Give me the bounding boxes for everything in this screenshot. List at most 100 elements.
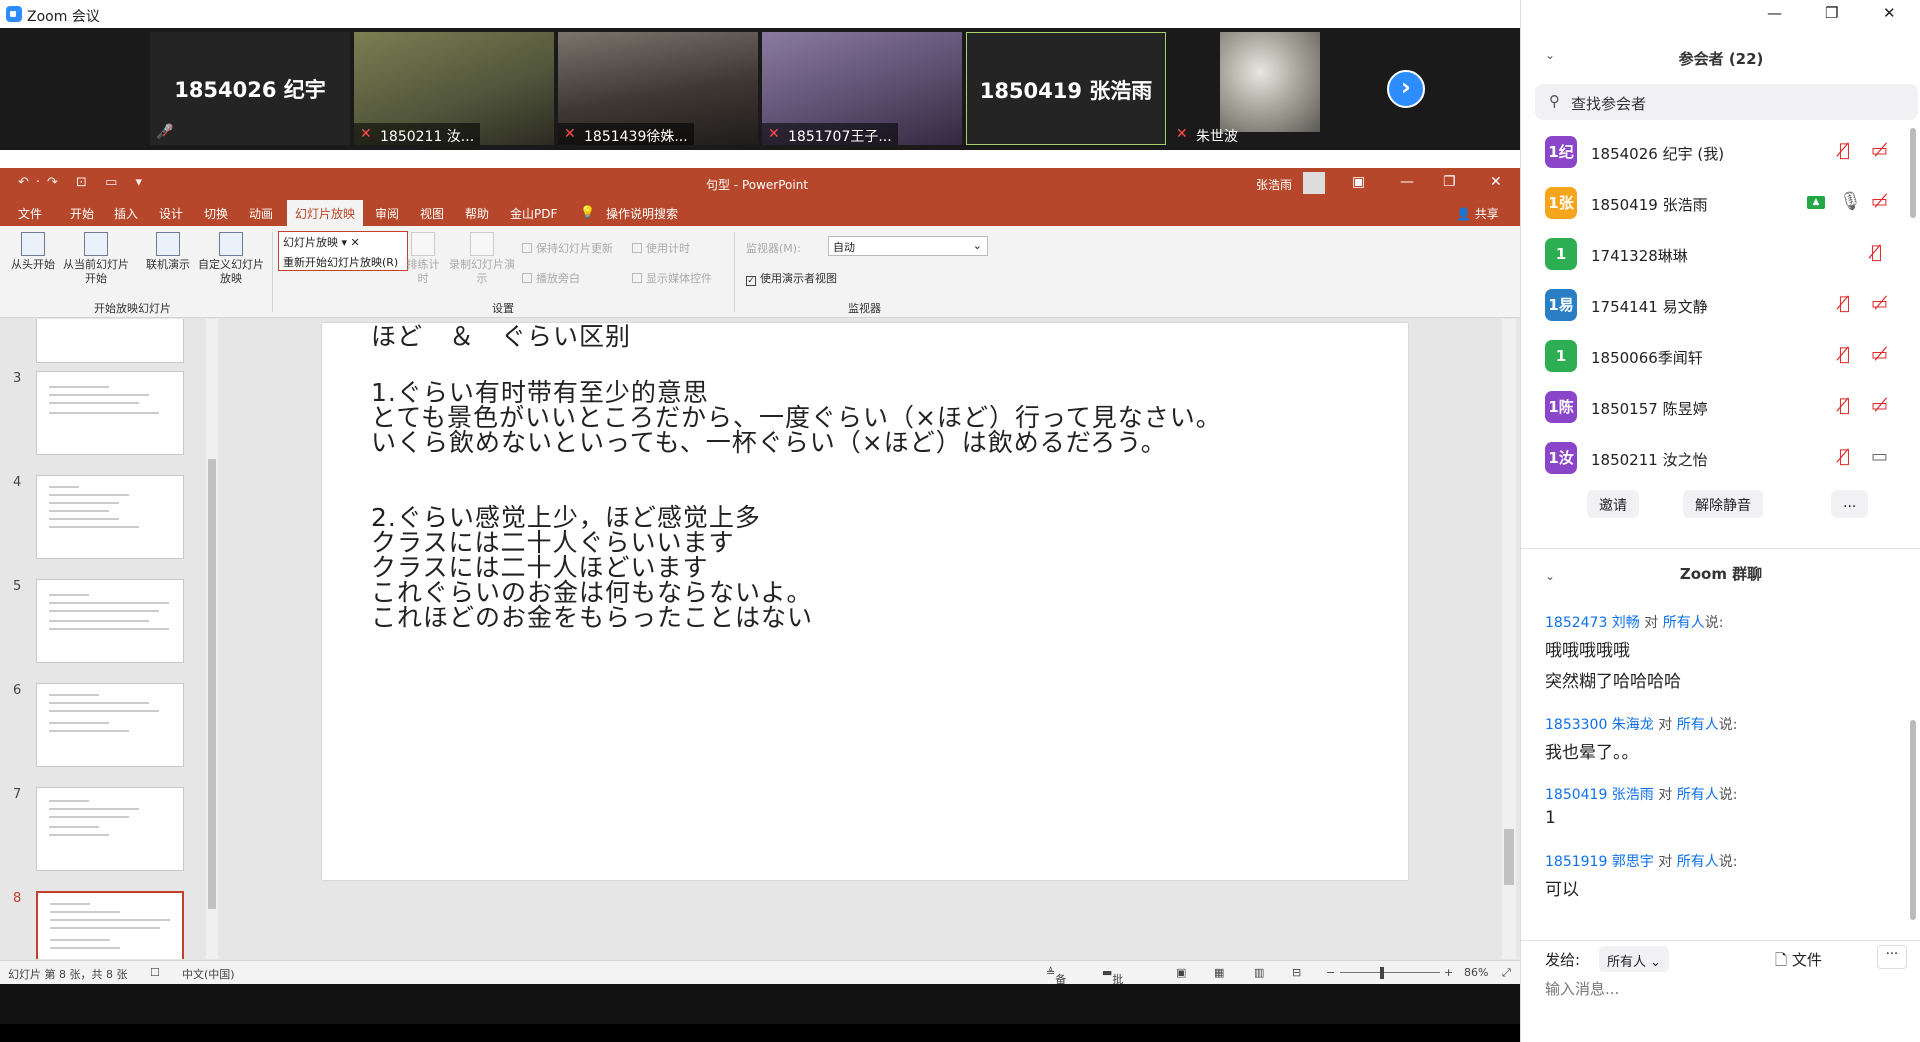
play-narrations-checkbox[interactable]: 播放旁白 bbox=[522, 270, 580, 286]
comments-button[interactable]: ▬ 批注 bbox=[1102, 966, 1123, 1002]
mic-muted-icon[interactable]: 🎙̸ bbox=[1839, 395, 1850, 416]
present-online-button[interactable]: 联机演示 bbox=[142, 232, 194, 272]
mic-muted-icon[interactable]: 🎙̸ bbox=[1839, 293, 1850, 314]
more-options-button[interactable]: ··· bbox=[1877, 945, 1907, 969]
menu-item-restart-slideshow[interactable]: 重新开始幻灯片放映(R) bbox=[279, 252, 407, 272]
minimize-icon[interactable]: — bbox=[1400, 174, 1414, 190]
participant-row[interactable]: 1陈 1850157 陈昱婷 🎙̸ ▭̸ bbox=[1521, 381, 1901, 431]
minimize-icon[interactable]: — bbox=[1767, 4, 1782, 22]
video-off-icon[interactable]: ▭̸ bbox=[1871, 191, 1888, 212]
slide-thumbnail[interactable] bbox=[36, 319, 184, 363]
video-off-icon[interactable]: ▭̸ bbox=[1871, 140, 1888, 161]
share-button[interactable]: 👤 共享 bbox=[1456, 205, 1499, 222]
rehearse-timings-button[interactable]: 排练计时 bbox=[405, 232, 441, 286]
sender-name[interactable]: 1853300 朱海龙 bbox=[1545, 717, 1654, 733]
participants-scrollbar[interactable] bbox=[1910, 128, 1916, 218]
video-tile[interactable]: ✕ 1851439徐姝... bbox=[558, 32, 758, 145]
close-icon[interactable]: ✕ bbox=[1490, 174, 1502, 190]
slide-thumbnail[interactable] bbox=[36, 787, 184, 871]
video-icon[interactable]: ▭ bbox=[1871, 446, 1888, 467]
user-avatar[interactable] bbox=[1303, 172, 1325, 194]
tab-kingsoft-pdf[interactable]: 金山PDF bbox=[510, 205, 557, 222]
video-tile[interactable]: ✕ 朱世波 bbox=[1170, 32, 1370, 145]
chat-scrollbar[interactable] bbox=[1910, 720, 1916, 920]
mic-muted-icon[interactable]: 🎙̸ bbox=[1839, 446, 1850, 467]
restore-icon[interactable]: ❐ bbox=[1443, 174, 1456, 190]
video-tile[interactable]: ✕ 1851707王子... bbox=[762, 32, 962, 145]
monitor-select[interactable]: 自动 ⌄ bbox=[828, 236, 988, 256]
presenter-view-checkbox[interactable]: ✓ 使用演示者视图 bbox=[746, 270, 837, 286]
slide-canvas[interactable]: ほど ＆ ぐらい区别 1.ぐらい有时带有至少的意思 とても景色がいいところだから… bbox=[322, 322, 1408, 880]
tab-file[interactable]: 文件 bbox=[18, 205, 42, 222]
zoom-level[interactable]: 86% bbox=[1464, 966, 1488, 979]
tab-insert[interactable]: 插入 bbox=[114, 205, 138, 222]
sender-name[interactable]: 1852473 刘畅 bbox=[1545, 615, 1640, 631]
record-slideshow-button[interactable]: 录制幻灯片演示 bbox=[448, 232, 516, 286]
zoom-out-icon[interactable]: − bbox=[1326, 966, 1335, 979]
sender-name[interactable]: 1850419 张浩雨 bbox=[1545, 787, 1654, 803]
participant-row[interactable]: 1 1741328琳琳 🎙̸ bbox=[1521, 228, 1901, 278]
normal-view-icon[interactable]: ▣ bbox=[1176, 966, 1186, 979]
scroll-thumb[interactable] bbox=[1504, 829, 1514, 885]
video-tile-active-speaker[interactable]: 1850419 张浩雨 bbox=[966, 32, 1166, 145]
mic-icon[interactable]: 🎙 bbox=[1839, 191, 1862, 212]
slide-scrollbar[interactable] bbox=[1502, 319, 1516, 959]
mic-muted-icon[interactable]: 🎙̸ bbox=[1871, 242, 1882, 263]
tab-design[interactable]: 设计 bbox=[159, 205, 183, 222]
recipient-name[interactable]: 所有人 bbox=[1677, 854, 1719, 870]
language-indicator[interactable]: 中文(中国) bbox=[182, 966, 235, 982]
user-name[interactable]: 张浩雨 bbox=[1256, 176, 1292, 193]
recipient-name[interactable]: 所有人 bbox=[1677, 717, 1719, 733]
zoom-slider-handle[interactable] bbox=[1380, 967, 1384, 979]
ribbon-display-icon[interactable]: ▣ bbox=[1352, 174, 1365, 190]
slide-thumbnail[interactable] bbox=[36, 579, 184, 663]
close-icon[interactable]: ✕ bbox=[1883, 4, 1896, 22]
zoom-slider[interactable] bbox=[1340, 972, 1440, 973]
unmute-all-button[interactable]: 解除静音 bbox=[1683, 490, 1763, 518]
tab-home[interactable]: 开始 bbox=[70, 205, 94, 222]
more-options-button[interactable]: ... bbox=[1831, 490, 1869, 518]
slideshow-menu-popup[interactable]: 幻灯片放映 ▾ ✕ 重新开始幻灯片放映(R) bbox=[278, 231, 408, 271]
video-off-icon[interactable]: ▭̸ bbox=[1871, 293, 1888, 314]
slide-thumbnail[interactable] bbox=[36, 683, 184, 767]
thumbnail-scrollbar[interactable] bbox=[206, 319, 218, 959]
tab-slideshow[interactable]: 幻灯片放映 bbox=[287, 200, 364, 228]
slide-thumbnail[interactable] bbox=[36, 475, 184, 559]
video-off-icon[interactable]: ▭̸ bbox=[1871, 344, 1888, 365]
keep-updated-checkbox[interactable]: 保持幻灯片更新 bbox=[522, 240, 613, 256]
slideshow-view-icon[interactable]: ⊟ bbox=[1292, 966, 1301, 979]
next-page-button[interactable]: › bbox=[1387, 70, 1425, 108]
mic-muted-icon[interactable]: 🎙̸ bbox=[1839, 344, 1850, 365]
slide-thumbnail-current[interactable] bbox=[36, 891, 184, 959]
slide-thumbnail[interactable] bbox=[36, 371, 184, 455]
scroll-thumb[interactable] bbox=[208, 459, 216, 909]
from-current-button[interactable]: 从当前幻灯片开始 bbox=[60, 232, 132, 286]
use-timings-checkbox[interactable]: 使用计时 bbox=[632, 240, 690, 256]
reading-view-icon[interactable]: ▥ bbox=[1254, 966, 1264, 979]
video-tile[interactable]: ✕ 1850211 汝... bbox=[354, 32, 554, 145]
participant-search-input[interactable]: ⚲ 查找参会者 bbox=[1535, 84, 1918, 120]
quick-access-toolbar[interactable]: ↶·↷ ⊡ ▭ ▾ bbox=[18, 175, 149, 190]
fit-slide-icon[interactable]: ⤢ bbox=[1502, 966, 1511, 980]
file-button[interactable]: 🗋 文件 bbox=[1775, 949, 1822, 975]
notes-button[interactable]: ≜ 备注 bbox=[1046, 966, 1066, 1002]
participant-row[interactable]: 1 1850066季闻轩 🎙̸ ▭̸ bbox=[1521, 330, 1901, 380]
restore-icon[interactable]: ❐ bbox=[1825, 4, 1838, 22]
from-beginning-button[interactable]: 从头开始 bbox=[8, 232, 58, 272]
video-tile[interactable]: 1854026 纪宇 🎤̸ bbox=[150, 32, 350, 145]
show-media-controls-checkbox[interactable]: 显示媒体控件 bbox=[632, 270, 712, 286]
invite-button[interactable]: 邀请 bbox=[1587, 490, 1639, 518]
message-input[interactable]: 输入消息... bbox=[1545, 978, 1619, 999]
tab-transitions[interactable]: 切换 bbox=[204, 205, 228, 222]
custom-slideshow-button[interactable]: 自定义幻灯片放映 bbox=[196, 232, 266, 286]
recipient-select[interactable]: 所有人 ⌄ bbox=[1599, 946, 1669, 972]
spellcheck-icon[interactable]: ☐ bbox=[150, 966, 160, 979]
participant-row[interactable]: 1张 1850419 张浩雨 ▲ 🎙 ▭̸ bbox=[1521, 177, 1901, 227]
tab-help[interactable]: 帮助 bbox=[465, 205, 489, 222]
recipient-name[interactable]: 所有人 bbox=[1677, 787, 1719, 803]
participant-row[interactable]: 1纪 1854026 纪宇 (我) 🎙̸ ▭̸ bbox=[1521, 126, 1901, 176]
participant-row[interactable]: 1易 1754141 易文静 🎙̸ ▭̸ bbox=[1521, 279, 1901, 329]
mic-muted-icon[interactable]: 🎙̸ bbox=[1839, 140, 1850, 161]
tab-animations[interactable]: 动画 bbox=[249, 205, 273, 222]
participant-row[interactable]: 1汝 1850211 汝之怡 🎙̸ ▭ bbox=[1521, 432, 1901, 482]
